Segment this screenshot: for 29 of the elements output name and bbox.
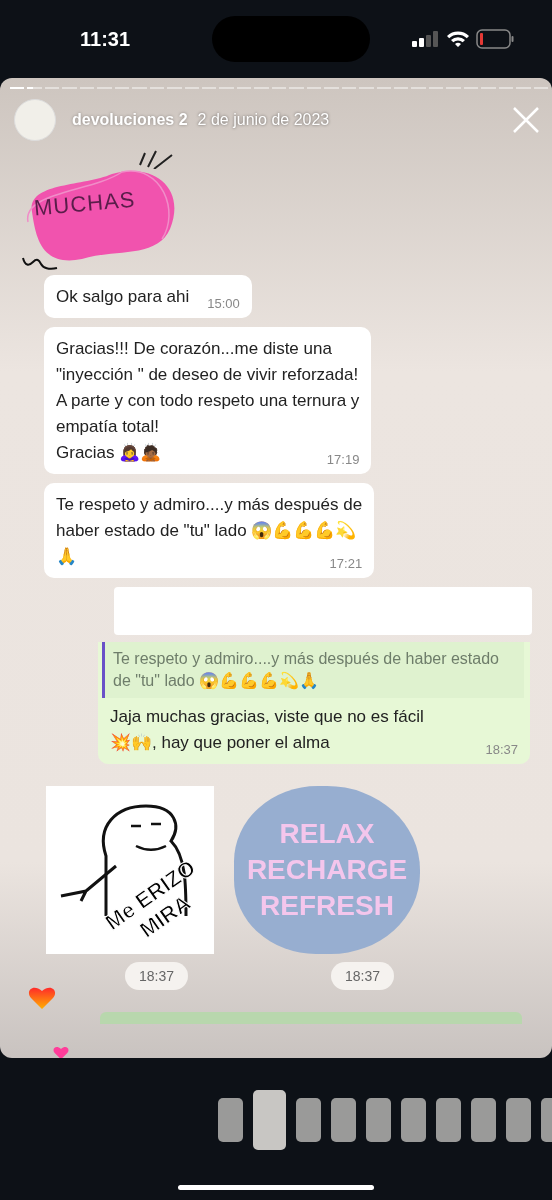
story-thumbnail[interactable] — [218, 1098, 243, 1142]
story-thumbnail[interactable] — [253, 1090, 286, 1150]
message-time: 18:37 — [124, 962, 188, 990]
story-thumbnail[interactable] — [436, 1098, 461, 1142]
story-thumbnail[interactable] — [506, 1098, 531, 1142]
outgoing-message: Te respeto y admiro....y más después de haber estado de "tu" lado 😱💪💪💪💫🙏 Jaja muchas gracias, viste que no es fácil 💥🙌, hay que poner el alma 18:37 — [98, 642, 530, 764]
squiggle-icon — [22, 257, 58, 271]
incoming-message: Gracias!!! De corazón...me diste una "inyección " de deseo de vivir reforzada! A parte y con todo respeto una ternura y empatía total! Gracias 🙇‍♀🙇🏾 17:19 — [44, 327, 372, 474]
story-thumbnail[interactable] — [366, 1098, 391, 1142]
story-thumbnail[interactable] — [331, 1098, 356, 1142]
message-time: 18:37 — [330, 962, 394, 990]
signal-icon — [412, 31, 440, 47]
sticker-text: MUCHAS — [33, 186, 137, 222]
status-time: 11:31 — [80, 27, 131, 51]
wifi-icon — [446, 30, 470, 48]
heart-icon — [53, 1046, 69, 1058]
relax-sticker: RELAX RECHARGE REFRESH — [234, 786, 420, 954]
story-thumbnail[interactable] — [401, 1098, 426, 1142]
incoming-message: Ok salgo para ahi 15:00 — [44, 275, 252, 318]
story-thumbnail[interactable] — [471, 1098, 496, 1142]
story-thumbnail[interactable] — [296, 1098, 321, 1142]
quoted-message: Te respeto y admiro....y más después de haber estado de "tu" lado 😱💪💪💪💫🙏 — [102, 642, 524, 698]
username[interactable]: devoluciones 2 — [72, 111, 188, 129]
close-icon[interactable] — [512, 106, 540, 134]
story-date: 2 de junio de 2023 — [197, 111, 330, 129]
incoming-message: Te respeto y admiro....y más después de haber estado de "tu" lado 😱💪💪💪💫 🙏 17:21 — [44, 483, 375, 578]
battery-icon — [476, 29, 514, 49]
heart-icon[interactable] — [28, 986, 56, 1010]
avatar-thumbnail[interactable] — [14, 99, 56, 141]
